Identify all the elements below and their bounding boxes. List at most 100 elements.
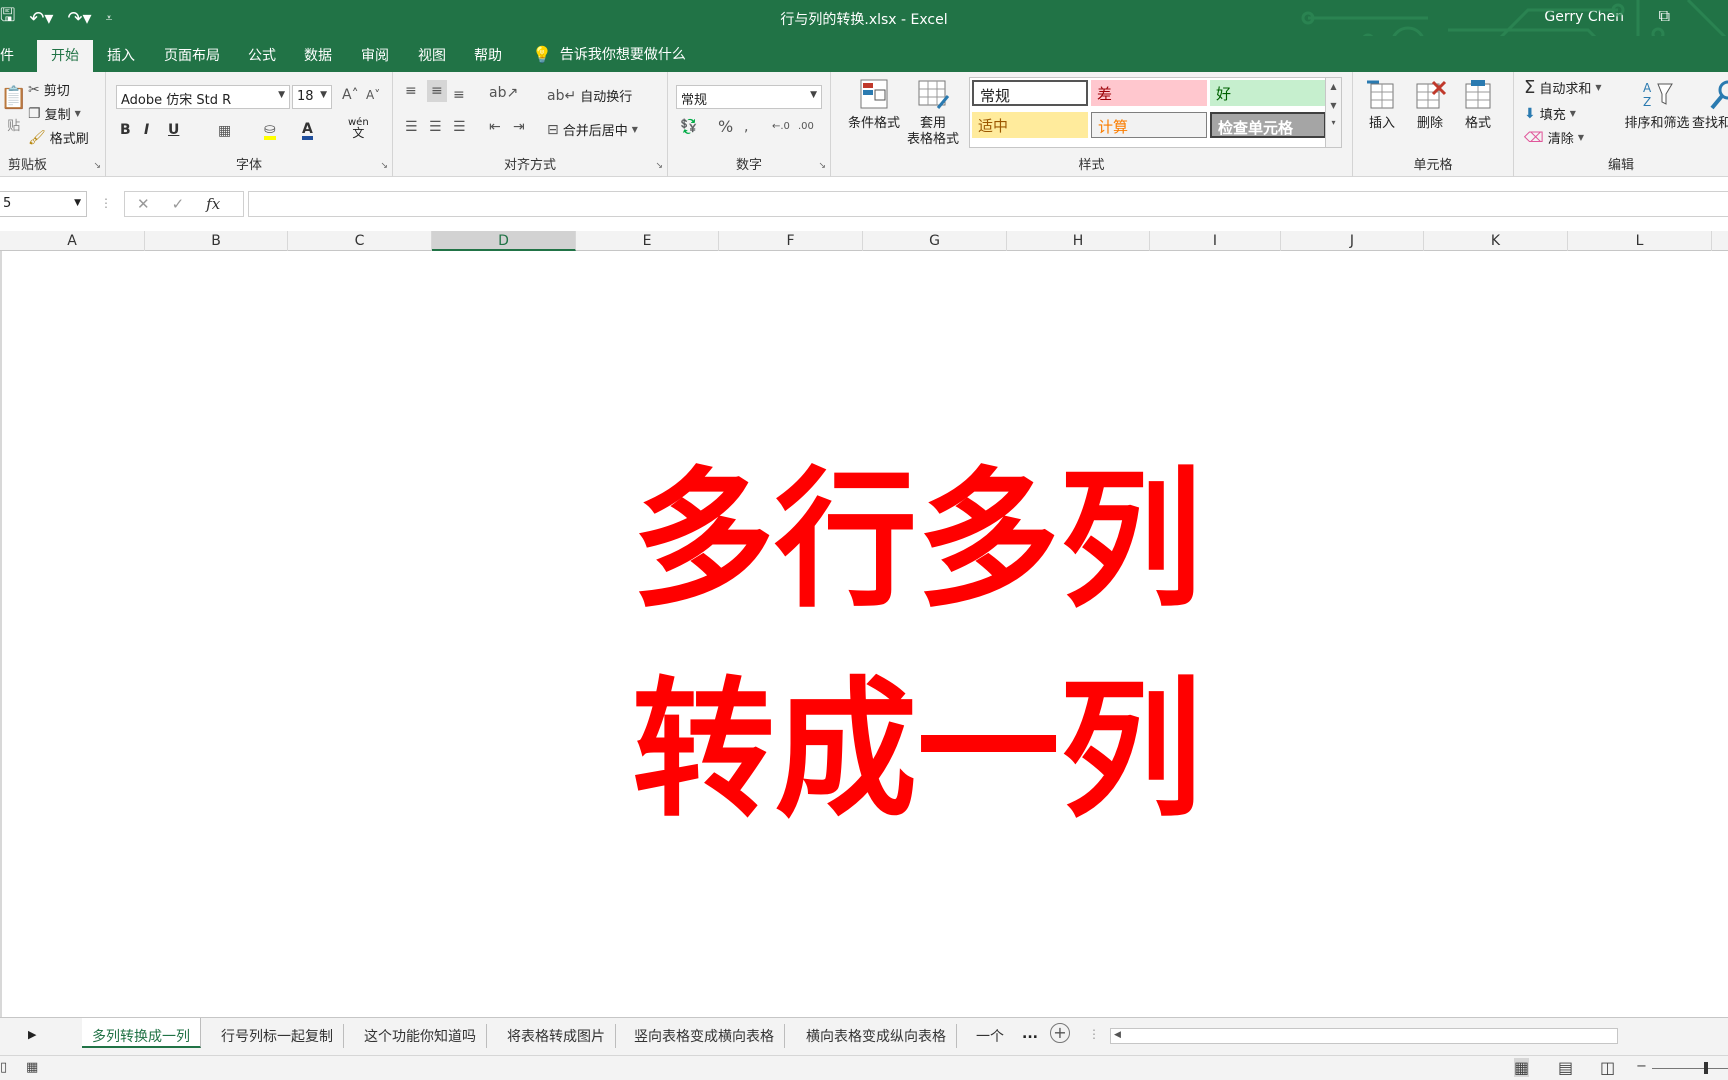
style-normal[interactable]: 常规 bbox=[972, 80, 1088, 106]
dialog-launcher-icon[interactable]: ↘ bbox=[93, 161, 101, 171]
insert-function-button[interactable]: fx bbox=[206, 195, 220, 213]
underline-button[interactable]: U bbox=[168, 122, 179, 138]
user-name[interactable]: Gerry Chen bbox=[1544, 9, 1624, 25]
paste-button[interactable]: 📋 贴 bbox=[0, 86, 27, 134]
decrease-font-button[interactable]: A˅ bbox=[366, 88, 380, 102]
fill-button[interactable]: ⬇ 填充 ▼ bbox=[1524, 104, 1576, 124]
normal-view-icon[interactable]: ▦ bbox=[1514, 1058, 1530, 1077]
scroll-sheets-right-icon[interactable]: ▶ bbox=[28, 1028, 36, 1041]
orientation-button[interactable]: ab↗ bbox=[489, 86, 518, 100]
column-header-l[interactable]: L bbox=[1568, 231, 1712, 251]
chevron-up-icon[interactable]: ▲ bbox=[1326, 82, 1341, 91]
decrease-indent-button[interactable]: ⇤ bbox=[489, 120, 501, 134]
insert-cells-button[interactable]: 插入 bbox=[1357, 78, 1407, 132]
align-top-button[interactable]: ≡ bbox=[405, 84, 417, 98]
tab-formulas[interactable]: 公式 bbox=[248, 45, 276, 65]
bold-button[interactable]: B bbox=[120, 122, 131, 138]
dialog-launcher-icon[interactable]: ↘ bbox=[818, 161, 826, 171]
copy-button[interactable]: ❐ 复制 ▼ bbox=[28, 104, 81, 124]
accounting-format-button[interactable]: 💱 bbox=[680, 120, 697, 134]
percent-button[interactable]: % bbox=[718, 119, 733, 135]
sheet-tab-4[interactable]: 将表格转成图片 bbox=[497, 1024, 616, 1048]
gallery-scroll[interactable]: ▲ ▼ ▾ bbox=[1325, 78, 1341, 147]
sheet-tab-1[interactable]: 多列转换成一列 bbox=[82, 1018, 201, 1048]
column-header-j[interactable]: J bbox=[1281, 231, 1424, 251]
comma-button[interactable]: , bbox=[744, 120, 748, 134]
sheet-tab-5[interactable]: 竖向表格变成横向表格 bbox=[624, 1024, 785, 1048]
align-left-button[interactable]: ☰ bbox=[405, 120, 418, 134]
enter-icon[interactable]: ✓ bbox=[172, 195, 185, 213]
tab-view[interactable]: 视图 bbox=[418, 45, 446, 65]
style-check-cell[interactable]: 检查单元格 bbox=[1210, 112, 1326, 138]
column-header-a[interactable]: A bbox=[0, 231, 145, 251]
zoom-slider[interactable] bbox=[1652, 1062, 1728, 1074]
number-format-select[interactable]: 常规 ▼ bbox=[676, 85, 822, 109]
italic-button[interactable]: I bbox=[144, 122, 149, 138]
font-color-button[interactable]: A bbox=[302, 122, 313, 140]
horizontal-scrollbar[interactable]: ◀ bbox=[1110, 1028, 1618, 1044]
more-sheets[interactable]: ... bbox=[1022, 1026, 1038, 1042]
sheet-tab-6[interactable]: 横向表格变成纵向表格 bbox=[796, 1024, 957, 1048]
zoom-out-icon[interactable]: − bbox=[1636, 1059, 1647, 1074]
style-neutral[interactable]: 适中 bbox=[972, 112, 1088, 138]
align-center-button[interactable]: ☰ bbox=[429, 120, 442, 134]
tab-data[interactable]: 数据 bbox=[304, 45, 332, 65]
tab-insert[interactable]: 插入 bbox=[107, 45, 135, 65]
formula-bar-handle-icon[interactable]: ⋮ bbox=[100, 196, 112, 210]
tab-home[interactable]: 开始 bbox=[37, 40, 93, 72]
align-bottom-button[interactable]: ≡ bbox=[453, 88, 465, 102]
macro-record-icon[interactable]: ▦ bbox=[26, 1060, 38, 1075]
increase-indent-button[interactable]: ⇥ bbox=[513, 120, 525, 134]
worksheet-grid[interactable]: 多行多列 转成一列 bbox=[0, 251, 1728, 1017]
tell-me-box[interactable]: 💡 告诉我你想要做什么 bbox=[532, 44, 686, 64]
tab-help[interactable]: 帮助 bbox=[474, 45, 502, 65]
split-handle-icon[interactable]: ⋮ bbox=[1088, 1027, 1100, 1041]
page-layout-view-icon[interactable]: ▤ bbox=[1558, 1058, 1573, 1077]
cancel-icon[interactable]: ✕ bbox=[137, 195, 150, 213]
font-size-select[interactable]: 18 ▼ bbox=[292, 85, 332, 109]
delete-cells-button[interactable]: 删除 bbox=[1405, 78, 1455, 132]
decrease-decimal-button[interactable]: .00 bbox=[798, 120, 814, 134]
column-header-b[interactable]: B bbox=[145, 231, 288, 251]
zoom-thumb[interactable] bbox=[1704, 1062, 1708, 1074]
sheet-tab-3[interactable]: 这个功能你知道吗 bbox=[354, 1024, 487, 1048]
borders-button[interactable]: ▦ bbox=[218, 124, 231, 138]
scroll-left-icon[interactable]: ◀ bbox=[1114, 1030, 1121, 1040]
increase-font-button[interactable]: A˄ bbox=[342, 88, 359, 102]
column-header-f[interactable]: F bbox=[719, 231, 863, 251]
style-calculation[interactable]: 计算 bbox=[1091, 112, 1207, 138]
sheet-tab-2[interactable]: 行号列标一起复制 bbox=[211, 1024, 344, 1048]
column-header-g[interactable]: G bbox=[863, 231, 1007, 251]
merge-center-button[interactable]: ⊟ 合并后居中 ▼ bbox=[547, 120, 638, 140]
name-box[interactable]: 5 ▼ bbox=[0, 191, 87, 217]
page-break-view-icon[interactable]: ◫ bbox=[1600, 1058, 1615, 1077]
format-painter-button[interactable]: 🖌 格式刷 bbox=[28, 128, 89, 148]
font-name-select[interactable]: Adobe 仿宋 Std R ▼ bbox=[116, 85, 290, 109]
clear-button[interactable]: ⌫ 清除 ▼ bbox=[1524, 128, 1584, 148]
phonetic-button[interactable]: wén 文 bbox=[348, 118, 369, 140]
style-good[interactable]: 好 bbox=[1210, 80, 1326, 106]
find-select-button[interactable]: 查找和 bbox=[1692, 78, 1728, 132]
tab-file[interactable]: 件 bbox=[0, 45, 14, 65]
add-sheet-icon[interactable]: + bbox=[1050, 1023, 1070, 1043]
fill-color-button[interactable]: ⛀ bbox=[264, 122, 276, 140]
dialog-launcher-icon[interactable]: ↘ bbox=[655, 161, 663, 171]
column-header-i[interactable]: I bbox=[1150, 231, 1281, 251]
align-right-button[interactable]: ☰ bbox=[453, 120, 466, 134]
wrap-text-button[interactable]: ab↵ 自动换行 bbox=[547, 86, 632, 106]
more-styles-icon[interactable]: ▾ bbox=[1326, 118, 1341, 127]
increase-decimal-button[interactable]: ←.0 bbox=[772, 120, 790, 134]
ribbon-display-options-icon[interactable]: ⧉ bbox=[1659, 6, 1670, 26]
sort-filter-button[interactable]: A Z 排序和筛选 bbox=[1622, 78, 1692, 132]
style-bad[interactable]: 差 bbox=[1091, 80, 1207, 106]
column-header-k[interactable]: K bbox=[1424, 231, 1568, 251]
column-header-h[interactable]: H bbox=[1007, 231, 1150, 251]
autosum-button[interactable]: Σ 自动求和 ▼ bbox=[1524, 78, 1602, 97]
column-header-e[interactable]: E bbox=[576, 231, 719, 251]
tab-review[interactable]: 审阅 bbox=[361, 45, 389, 65]
format-cells-button[interactable]: 格式 bbox=[1453, 78, 1503, 132]
column-header-d[interactable]: D bbox=[432, 231, 576, 251]
cut-button[interactable]: ✂ 剪切 bbox=[28, 80, 70, 100]
chevron-down-icon[interactable]: ▼ bbox=[1326, 101, 1341, 110]
format-as-table-button[interactable]: 套用 表格格式 bbox=[897, 78, 969, 148]
